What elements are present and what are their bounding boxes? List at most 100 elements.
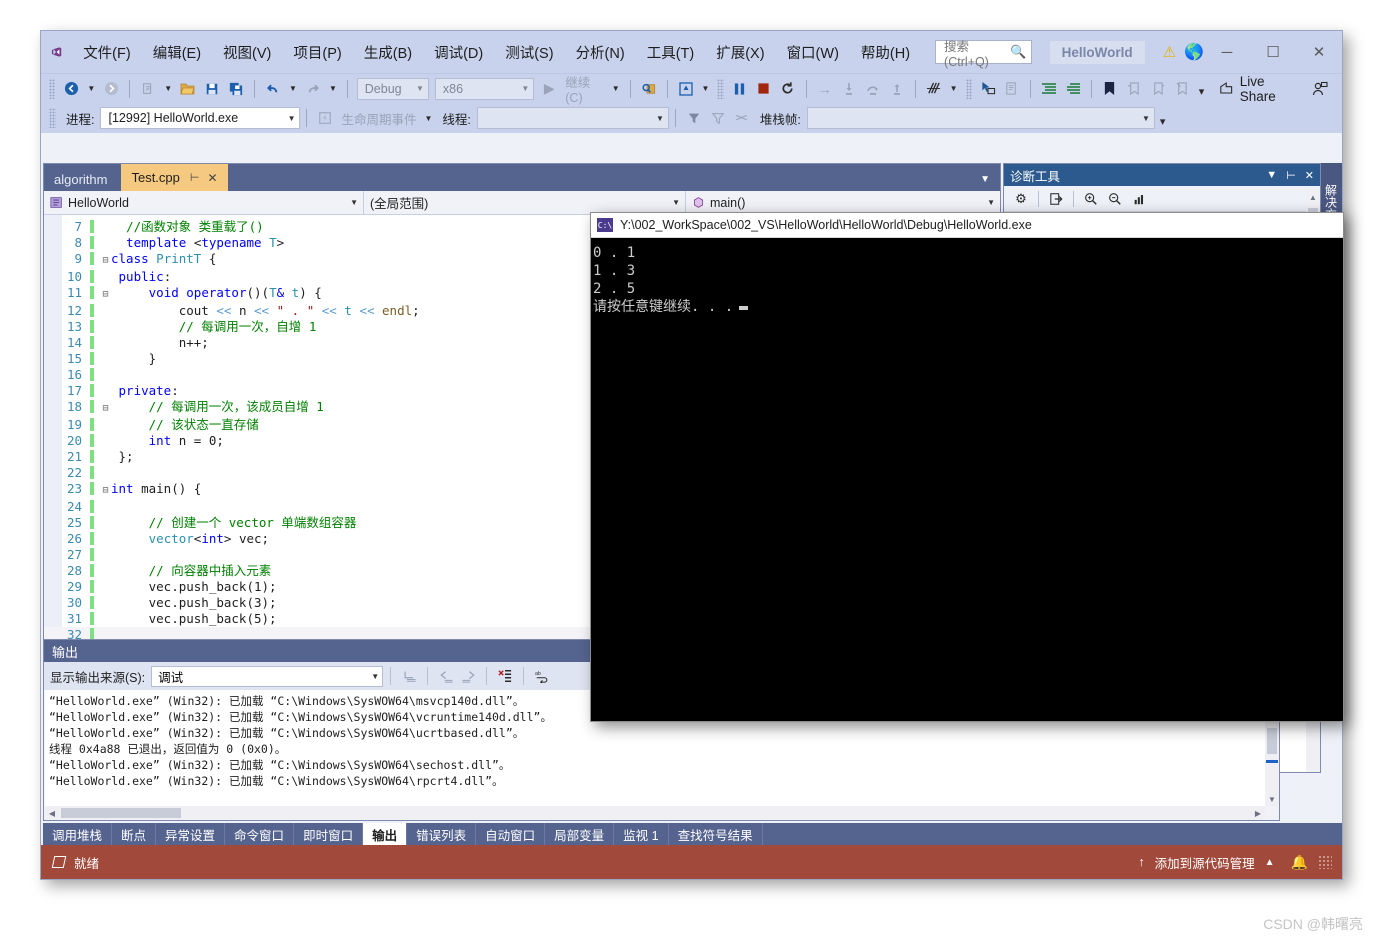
bell-icon[interactable]: 🔔 — [1285, 854, 1308, 871]
toolbar-grip[interactable] — [717, 78, 724, 99]
output-source-combo[interactable]: 调试 ▼ — [151, 665, 384, 687]
live-share-button[interactable]: Live Share — [1209, 74, 1308, 104]
close-icon[interactable]: ✕ — [207, 171, 217, 185]
menu-project[interactable]: 项目(P) — [282, 37, 352, 68]
chevron-down-icon[interactable]: ▼ — [1266, 169, 1277, 181]
pin-icon[interactable]: ⊢ — [1286, 169, 1296, 182]
clear-all-icon[interactable] — [494, 666, 516, 686]
menu-file[interactable]: 文件(F) — [72, 37, 142, 68]
menu-tools[interactable]: 工具(T) — [636, 37, 706, 68]
upload-arrow-icon[interactable]: ↑ — [1138, 855, 1144, 869]
zoom-out-icon[interactable] — [1104, 189, 1126, 209]
word-wrap-icon[interactable]: ab — [531, 666, 553, 686]
save-all-icon[interactable] — [224, 77, 248, 101]
gear-icon[interactable]: ⚙ — [1010, 189, 1032, 209]
navbar-scope-combo[interactable]: (全局范围) ▼ — [364, 191, 686, 214]
dock-tab-call-stack[interactable]: 调用堆栈 — [43, 823, 113, 845]
lifecycle-dropdown[interactable]: ▼ — [421, 114, 437, 123]
menu-debug[interactable]: 调试(D) — [423, 37, 494, 68]
pointer-select-icon[interactable] — [976, 77, 1000, 101]
dock-tab-watch-1[interactable]: 监视 1 — [614, 823, 669, 845]
process-combo[interactable]: [12992] HelloWorld.exe ▼ — [100, 107, 301, 129]
menu-help[interactable]: 帮助(H) — [850, 37, 921, 68]
menu-build[interactable]: 生成(B) — [353, 37, 423, 68]
scroll-down-arrow[interactable]: ▼ — [1265, 792, 1279, 806]
chevron-down-icon[interactable]: ▼ — [980, 174, 1000, 191]
maximize-button[interactable]: ☐ — [1250, 32, 1296, 72]
solution-platform-combo[interactable]: x86 ▼ — [434, 77, 535, 100]
chevron-up-icon[interactable]: ▲ — [1265, 857, 1275, 868]
menu-analyze[interactable]: 分析(N) — [565, 37, 636, 68]
scrollbar-thumb[interactable] — [1267, 728, 1277, 754]
menu-extensions[interactable]: 扩展(X) — [705, 37, 775, 68]
stackframe-combo[interactable]: ▼ — [806, 107, 1155, 129]
dock-tab-immediate-window[interactable]: 即时窗口 — [294, 823, 364, 845]
attach-process-icon[interactable] — [637, 77, 661, 101]
toolbar-overflow-icon[interactable]: ▾ — [1194, 79, 1210, 98]
source-control-label[interactable]: 添加到源代码管理 — [1155, 853, 1255, 872]
feedback-smiley-icon[interactable]: 🌎 — [1184, 42, 1204, 62]
minimize-button[interactable]: ─ — [1204, 32, 1250, 72]
hot-reload-dropdown[interactable]: ▼ — [698, 84, 714, 93]
dock-tab-exception-settings[interactable]: 异常设置 — [156, 823, 226, 845]
thread-combo[interactable]: ▼ — [476, 107, 669, 129]
scroll-left-arrow[interactable]: ◀ — [45, 809, 59, 818]
scroll-right-arrow[interactable]: ▶ — [1251, 809, 1265, 818]
navigate-back-dropdown[interactable]: ▼ — [83, 84, 99, 93]
menu-window[interactable]: 窗口(W) — [776, 37, 850, 68]
restart-icon[interactable] — [776, 77, 800, 101]
dock-tab-error-list[interactable]: 错误列表 — [407, 823, 477, 845]
dock-tab-output[interactable]: 输出 — [363, 823, 408, 845]
toolbar-grip[interactable] — [49, 78, 56, 99]
hot-reload-icon[interactable] — [674, 77, 698, 101]
dock-tab-breakpoints[interactable]: 断点 — [112, 823, 157, 845]
pause-icon[interactable] — [728, 77, 752, 101]
editor-tab-algorithm[interactable]: algorithm — [44, 167, 122, 191]
resize-grip-icon[interactable] — [1318, 855, 1332, 869]
open-file-icon[interactable] — [176, 77, 200, 101]
scrollbar-thumb[interactable] — [61, 808, 181, 818]
dock-tab-locals[interactable]: 局部变量 — [545, 823, 615, 845]
pin-icon[interactable]: ⊢ — [190, 171, 200, 184]
console-window[interactable]: C:\ Y:\002_WorkSpace\002_VS\HelloWorld\H… — [590, 212, 1344, 722]
menu-test[interactable]: 测试(S) — [494, 37, 564, 68]
toolbar-grip[interactable] — [49, 108, 56, 128]
indent-icon[interactable] — [1037, 77, 1061, 101]
redo-dropdown[interactable]: ▼ — [325, 84, 341, 93]
bar-chart-icon[interactable] — [1128, 189, 1150, 209]
menu-edit[interactable]: 编辑(E) — [142, 37, 212, 68]
bookmark-icon[interactable] — [1098, 77, 1122, 101]
editor-tab-testcpp[interactable]: Test.cpp ⊢ ✕ — [121, 164, 228, 191]
warning-triangle-icon[interactable]: ⚠ — [1163, 43, 1176, 61]
export-icon[interactable] — [1045, 189, 1067, 209]
navbar-member-combo[interactable]: main() ▼ — [686, 191, 1000, 214]
search-input[interactable]: 搜索 (Ctrl+Q) 🔍 — [935, 40, 1032, 69]
close-button[interactable]: ✕ — [1296, 32, 1342, 72]
outdent-icon[interactable] — [1061, 77, 1085, 101]
diff-icon[interactable] — [922, 77, 946, 101]
zoom-in-icon[interactable] — [1080, 189, 1102, 209]
lifecycle-events-label[interactable]: 生命周期事件 — [337, 109, 420, 128]
continue-dropdown[interactable]: ▼ — [608, 84, 624, 93]
save-icon[interactable] — [200, 77, 224, 101]
dock-tab-command-window[interactable]: 命令窗口 — [225, 823, 295, 845]
dock-tab-find-symbol-results[interactable]: 查找符号结果 — [669, 823, 763, 845]
stop-icon[interactable] — [752, 77, 776, 101]
toolbar-overflow-icon[interactable]: ▾ — [1155, 109, 1171, 128]
undo-icon[interactable] — [261, 77, 285, 101]
navbar-project-combo[interactable]: HelloWorld ▼ — [44, 191, 364, 214]
menu-view[interactable]: 视图(V) — [212, 37, 282, 68]
account-person-icon[interactable] — [1308, 77, 1332, 101]
continue-button-label[interactable]: 继续(C) — [561, 72, 608, 105]
new-item-dropdown[interactable]: ▼ — [160, 84, 176, 93]
navigate-back-icon[interactable] — [59, 77, 83, 101]
diff-dropdown[interactable]: ▼ — [946, 84, 962, 93]
output-horizontal-scrollbar[interactable]: ◀ ▶ — [45, 806, 1265, 820]
solution-configuration-combo[interactable]: Debug ▼ — [356, 77, 429, 100]
undo-dropdown[interactable]: ▼ — [285, 84, 301, 93]
console-title-bar[interactable]: C:\ Y:\002_WorkSpace\002_VS\HelloWorld\H… — [591, 213, 1343, 238]
scroll-up-arrow[interactable]: ▲ — [1306, 190, 1320, 204]
toolbar-grip[interactable] — [965, 78, 972, 99]
dock-tab-autos[interactable]: 自动窗口 — [476, 823, 546, 845]
close-icon[interactable]: ✕ — [1305, 169, 1314, 182]
